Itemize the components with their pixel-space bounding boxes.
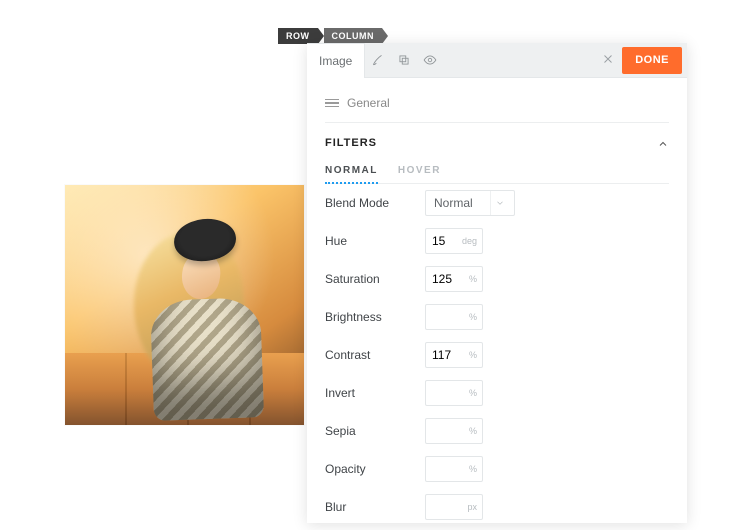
contrast-label: Contrast bbox=[325, 348, 425, 362]
row-brightness: Brightness % bbox=[325, 298, 669, 336]
row-saturation: Saturation % bbox=[325, 260, 669, 298]
blend-mode-label: Blend Mode bbox=[325, 196, 425, 210]
saturation-input[interactable]: % bbox=[425, 266, 483, 292]
blend-mode-value: Normal bbox=[434, 196, 473, 210]
row-blur: Blur px bbox=[325, 488, 669, 526]
row-sepia: Sepia % bbox=[325, 412, 669, 450]
opacity-value[interactable] bbox=[432, 462, 464, 476]
opacity-label: Opacity bbox=[325, 462, 425, 476]
blur-label: Blur bbox=[325, 500, 425, 514]
panel-header: Image DONE bbox=[307, 43, 687, 78]
close-icon[interactable] bbox=[594, 53, 622, 68]
hue-label: Hue bbox=[325, 234, 425, 248]
brightness-unit: % bbox=[464, 312, 482, 322]
brightness-label: Brightness bbox=[325, 310, 425, 324]
invert-value[interactable] bbox=[432, 386, 464, 400]
chevron-up-icon bbox=[657, 137, 669, 149]
preview-image[interactable] bbox=[65, 185, 304, 425]
hue-value[interactable] bbox=[432, 234, 457, 248]
row-contrast: Contrast % bbox=[325, 336, 669, 374]
style-panel: Image DONE General FILTERS NORMAL H bbox=[307, 43, 687, 523]
filter-subtabs: NORMAL HOVER bbox=[325, 159, 669, 184]
saturation-unit: % bbox=[464, 274, 482, 284]
sepia-label: Sepia bbox=[325, 424, 425, 438]
invert-label: Invert bbox=[325, 386, 425, 400]
invert-input[interactable]: % bbox=[425, 380, 483, 406]
blur-value[interactable] bbox=[432, 500, 462, 514]
duplicate-icon[interactable] bbox=[391, 43, 417, 78]
opacity-unit: % bbox=[464, 464, 482, 474]
hue-unit: deg bbox=[457, 236, 482, 246]
hue-input[interactable]: deg bbox=[425, 228, 483, 254]
sepia-value[interactable] bbox=[432, 424, 464, 438]
blur-unit: px bbox=[462, 502, 482, 512]
menu-icon bbox=[325, 97, 339, 110]
brush-icon[interactable] bbox=[365, 43, 391, 78]
filters-title: FILTERS bbox=[325, 137, 377, 149]
eye-icon[interactable] bbox=[417, 43, 443, 78]
subtab-hover[interactable]: HOVER bbox=[398, 159, 441, 183]
saturation-value[interactable] bbox=[432, 272, 464, 286]
row-invert: Invert % bbox=[325, 374, 669, 412]
chevron-down-icon bbox=[490, 191, 508, 215]
brightness-value[interactable] bbox=[432, 310, 464, 324]
invert-unit: % bbox=[464, 388, 482, 398]
brightness-input[interactable]: % bbox=[425, 304, 483, 330]
saturation-label: Saturation bbox=[325, 272, 425, 286]
sepia-unit: % bbox=[464, 426, 482, 436]
row-hue: Hue deg bbox=[325, 222, 669, 260]
general-label: General bbox=[347, 96, 390, 110]
contrast-value[interactable] bbox=[432, 348, 464, 362]
row-opacity: Opacity % bbox=[325, 450, 669, 488]
section-filters-header[interactable]: FILTERS bbox=[325, 123, 669, 159]
blur-input[interactable]: px bbox=[425, 494, 483, 520]
section-general[interactable]: General bbox=[325, 90, 669, 123]
row-blend-mode: Blend Mode Normal bbox=[325, 184, 669, 222]
opacity-input[interactable]: % bbox=[425, 456, 483, 482]
contrast-input[interactable]: % bbox=[425, 342, 483, 368]
blend-mode-select[interactable]: Normal bbox=[425, 190, 515, 216]
subtab-normal[interactable]: NORMAL bbox=[325, 159, 378, 184]
tab-image[interactable]: Image bbox=[307, 43, 365, 78]
contrast-unit: % bbox=[464, 350, 482, 360]
done-button[interactable]: DONE bbox=[622, 47, 682, 74]
sepia-input[interactable]: % bbox=[425, 418, 483, 444]
